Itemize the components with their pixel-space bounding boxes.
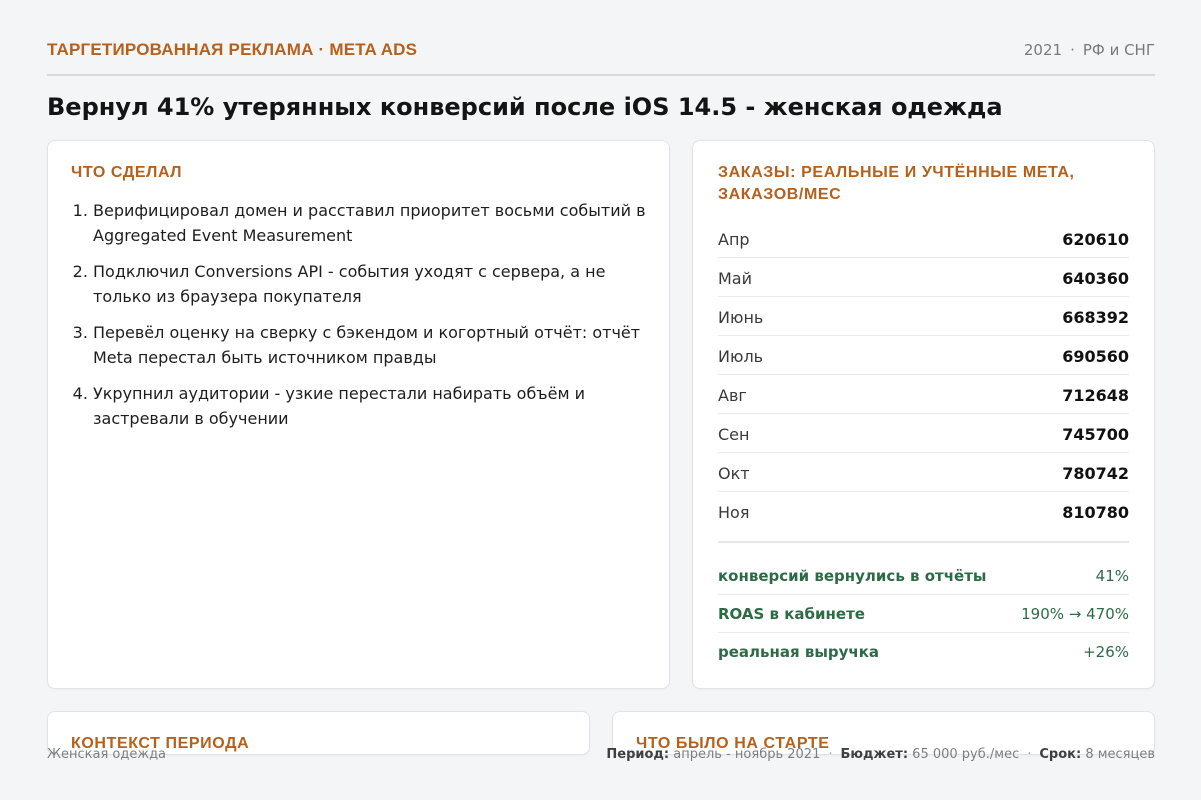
order-value: 640360	[1062, 268, 1129, 288]
orders-card: ЗАКАЗЫ: РЕАЛЬНЫЕ И УЧТЁННЫЕ МЕТА, ЗАКАЗО…	[692, 140, 1155, 689]
order-row: Июнь 668392	[718, 297, 1129, 336]
order-row: Июль 690560	[718, 336, 1129, 375]
order-month: Авг	[718, 385, 747, 405]
header-separator: ·	[1070, 41, 1075, 59]
period-value: апрель - ноябрь 2021	[673, 746, 821, 762]
order-month: Окт	[718, 463, 750, 483]
term-value: 8 месяцев	[1085, 746, 1155, 762]
results-metrics: конверсий вернулись в отчёты 41% ROAS в …	[718, 541, 1129, 671]
order-month: Июль	[718, 346, 764, 366]
step-item: Перевёл оценку на сверку с бэкендом и ко…	[93, 320, 646, 370]
footer-details: Период: апрель - ноябрь 2021 · Бюджет: 65 …	[606, 747, 1155, 762]
steps-list: Верифицировал домен и расставил приорите…	[71, 198, 646, 431]
budget-value: 65 000 руб./мес	[912, 746, 1020, 762]
step-item: Укрупнил аудитории - узкие перестали наб…	[93, 381, 646, 431]
metric-value: 41%	[1095, 566, 1129, 585]
metric-value: 190% → 470%	[1021, 604, 1129, 623]
header-meta: 2021 · РФ и СНГ	[1024, 30, 1155, 59]
footer-separator: ·	[828, 746, 833, 762]
metric-row: конверсий вернулись в отчёты 41%	[718, 557, 1129, 595]
metric-label: ROAS в кабинете	[718, 604, 865, 623]
order-month: Сен	[718, 424, 750, 444]
order-row: Окт 780742	[718, 453, 1129, 492]
order-month: Апр	[718, 229, 750, 249]
order-row: Авг 712648	[718, 375, 1129, 414]
order-month: Май	[718, 268, 753, 288]
metric-row: ROAS в кабинете 190% → 470%	[718, 595, 1129, 633]
orders-table: Апр 620610 Май 640360 Июнь 668392 Июль 6…	[718, 219, 1129, 531]
metric-row: реальная выручка +26%	[718, 633, 1129, 671]
footer-category: Женская одежда	[47, 746, 167, 762]
metric-label: реальная выручка	[718, 643, 880, 661]
metric-value: +26%	[1083, 643, 1129, 661]
order-value: 780742	[1062, 463, 1129, 483]
order-row: Апр 620610	[718, 219, 1129, 258]
metric-label: конверсий вернулись в отчёты	[718, 566, 987, 585]
order-value: 668392	[1062, 307, 1129, 327]
order-row: Сен 745700	[718, 414, 1129, 453]
order-month: Ноя	[718, 503, 750, 522]
budget-label: Бюджет:	[840, 746, 909, 762]
orders-card-title: ЗАКАЗЫ: РЕАЛЬНЫЕ И УЧТЁННЫЕ МЕТА, ЗАКАЗО…	[718, 164, 1075, 203]
step-item: Подключил Conversions API - события уход…	[93, 259, 646, 309]
order-value: 620610	[1062, 229, 1129, 249]
section-eyebrow: ТАРГЕТИРОВАННАЯ РЕКЛАМА · META ADS	[47, 40, 418, 59]
page-title: Вернул 41% утерянных конверсий после iOS…	[47, 93, 1003, 121]
period-label: Период:	[606, 746, 670, 762]
order-row: Май 640360	[718, 258, 1129, 297]
step-item: Верифицировал домен и расставил приорите…	[93, 198, 646, 248]
header-region: РФ и СНГ	[1082, 41, 1155, 59]
order-month: Июнь	[718, 307, 764, 327]
order-value: 810780	[1062, 503, 1129, 522]
top-bar: ТАРГЕТИРОВАННАЯ РЕКЛАМА · META ADS 2021 ·…	[47, 30, 1155, 76]
order-value: 690560	[1062, 346, 1129, 366]
footer-separator: ·	[1027, 746, 1032, 762]
term-label: Срок:	[1039, 746, 1082, 762]
footer: Женская одежда Период: апрель - ноябрь 2…	[47, 744, 1155, 764]
order-row: Ноя 810780	[718, 492, 1129, 531]
steps-card-title: ЧТО СДЕЛАЛ	[71, 164, 183, 181]
order-value: 712648	[1062, 385, 1129, 405]
steps-card: ЧТО СДЕЛАЛ Верифицировал домен и расстав…	[47, 140, 670, 689]
order-value: 745700	[1062, 424, 1129, 444]
header-year: 2021	[1023, 41, 1063, 59]
